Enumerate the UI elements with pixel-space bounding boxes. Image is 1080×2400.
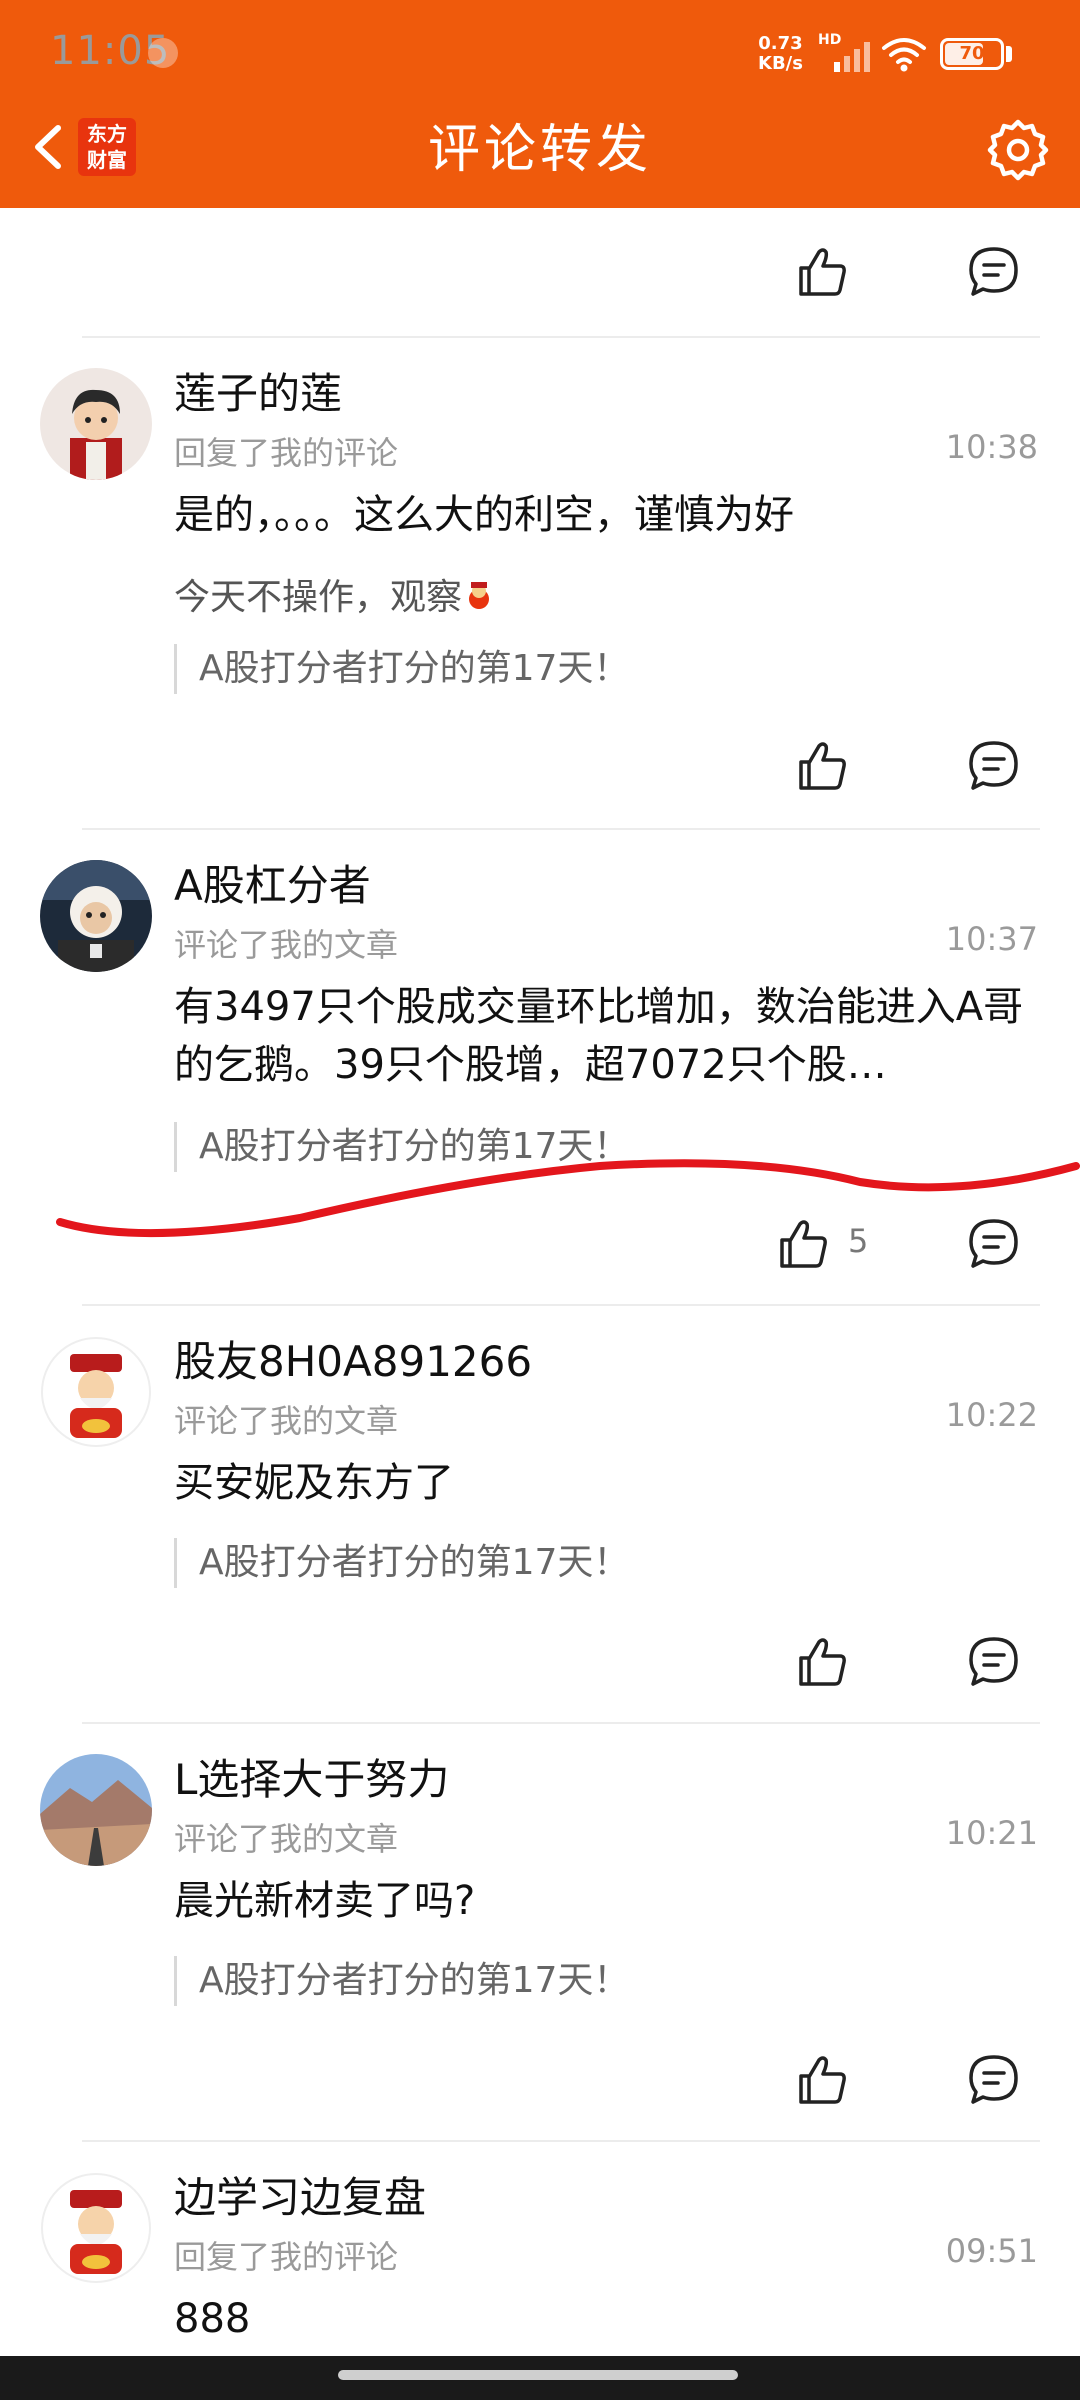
avatar[interactable] [40,368,152,480]
status-bar: 11:05 0.73 KB/s HD 70 [0,0,1080,110]
net-speed-unit: KB/s [758,53,803,74]
comment-icon[interactable] [966,2052,1022,2108]
comment-item[interactable]: 股友8H0A891266 评论了我的文章 10:22 买安妮及东方了 A股打分者… [0,1304,1080,1722]
commenter-name[interactable]: 股友8H0A891266 [174,1328,532,1389]
top-bar: 11:05 0.73 KB/s HD 70 东方 财富 评论转发 [0,0,1080,208]
comment-time: 10:38 [945,428,1038,466]
fortune-god-emoji-icon [462,579,496,613]
home-indicator[interactable] [0,2356,1080,2400]
comment-content[interactable]: 是的，。。。这么大的利空，谨慎为好 [174,486,1034,544]
battery-icon: 70 [940,38,1004,70]
net-speed-value: 0.73 [758,33,803,54]
avatar[interactable] [40,2172,152,2284]
home-indicator-bar[interactable] [338,2370,738,2380]
comment-item[interactable]: 莲子的莲 回复了我的评论 10:38 是的，。。。这么大的利空，谨慎为好 今天不… [0,336,1080,828]
battery-level: 70 [959,43,985,64]
like-icon[interactable] [795,1634,851,1690]
logo-line-2: 财富 [87,148,127,172]
wifi-icon [882,38,926,72]
avatar[interactable] [40,860,152,972]
quoted-article[interactable]: A股打分者打分的第17天！ [174,1122,629,1172]
commenter-name[interactable]: 莲子的莲 [174,360,342,421]
battery-tip [1006,46,1012,62]
comment-content[interactable]: 买安妮及东方了 [174,1454,1034,1512]
comment-icon[interactable] [966,1216,1022,1272]
commenter-name[interactable]: 边学习边复盘 [174,2164,426,2225]
avatar[interactable] [40,1754,152,1866]
avatar[interactable] [40,1336,152,1448]
comment-icon[interactable] [966,738,1022,794]
comment-icon[interactable] [966,1634,1022,1690]
comment-time: 10:22 [945,1396,1038,1434]
comment-extra: 今天不操作，观察 [174,568,496,620]
quoted-article[interactable]: A股打分者打分的第17天！ [174,1956,629,2006]
comment-action: 评论了我的文章 [174,1820,399,1858]
comment-content[interactable]: 888 [174,2290,1034,2348]
comment-item[interactable]: A股杠分者 评论了我的文章 10:37 有3497只个股成交量环比增加，数治能进… [0,828,1080,1304]
comment-icon[interactable] [966,244,1022,300]
commenter-name[interactable]: L选择大于努力 [174,1746,449,1807]
comment-time: 10:21 [945,1814,1038,1852]
page-title: 评论转发 [427,120,652,180]
comment-action: 评论了我的文章 [174,1402,399,1440]
like-count: 5 [848,1222,869,1260]
comment-extra-text: 今天不操作，观察 [174,577,463,618]
comment-time: 09:51 [945,2232,1038,2270]
net-speed: 0.73 KB/s [758,34,803,74]
commenter-name[interactable]: A股杠分者 [174,852,371,913]
back-arrow-icon[interactable] [18,112,78,182]
quoted-article[interactable]: A股打分者打分的第17天！ [174,1538,629,1588]
quoted-article[interactable]: A股打分者打分的第17天！ [174,644,629,694]
comment-content[interactable]: 晨光新材卖了吗? [174,1872,1034,1930]
comment-action: 回复了我的评论 [174,434,399,472]
like-icon[interactable] [776,1216,832,1272]
app-logo: 东方 财富 [78,118,136,176]
signal-icon [834,42,870,72]
comment-item[interactable]: 边学习边复盘 回复了我的评论 09:51 888 [0,2140,1080,2356]
comment-action: 评论了我的文章 [174,926,399,964]
like-icon[interactable] [795,738,851,794]
notification-icon [148,38,178,68]
like-icon[interactable] [795,2052,851,2108]
gear-icon[interactable] [984,116,1052,184]
comment-content[interactable]: 有3497只个股成交量环比增加，数治能进入A哥的乞鹅。39只个股增，超7072只… [174,978,1034,1094]
comment-item[interactable]: L选择大于努力 评论了我的文章 10:21 晨光新材卖了吗? A股打分者打分的第… [0,1722,1080,2140]
logo-line-1: 东方 [87,122,127,146]
like-icon[interactable] [795,244,851,300]
comment-action: 回复了我的评论 [174,2238,399,2276]
comment-time: 10:37 [945,920,1038,958]
